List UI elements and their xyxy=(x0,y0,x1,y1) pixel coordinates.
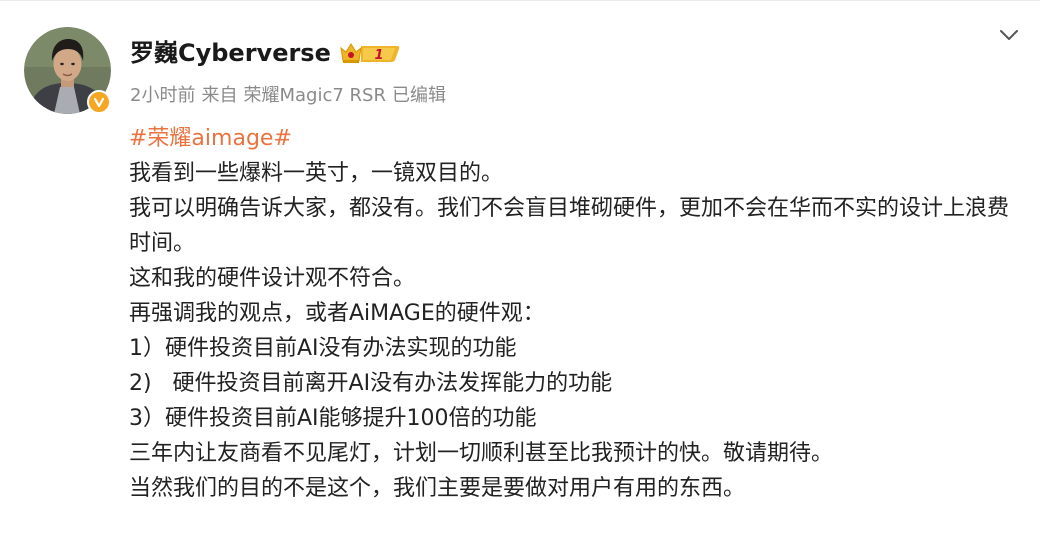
avatar-container[interactable] xyxy=(24,27,111,114)
weibo-post-card: 罗巍Cyberverse 1 2小时前 来自 荣耀Magic7 RSR 已编辑 … xyxy=(0,0,1040,539)
post-line-5: 1）硬件投资目前AI没有办法实现的功能 xyxy=(129,336,517,361)
vip-level-text: 1 xyxy=(374,48,383,63)
post-line-4: 再强调我的观点，或者AiMAGE的硬件观： xyxy=(129,301,545,326)
post-line-3: 这和我的硬件设计观不符合。 xyxy=(129,266,416,291)
post-line-9: 当然我们的目的不是这个，我们主要是要做对用户有用的东西。 xyxy=(129,476,746,501)
crown-vip-icon[interactable]: 1 xyxy=(339,41,401,65)
post-content: #荣耀aimage# 我看到一些爆料一英寸，一镜双目的。 我可以明确告诉大家，都… xyxy=(129,121,1029,506)
verified-v-icon xyxy=(87,90,111,114)
post-line-8: 三年内让友商看不见尾灯，计划一切顺利甚至比我预计的快。敬请期待。 xyxy=(129,441,834,466)
post-line-7: 3）硬件投资目前AI能够提升100倍的功能 xyxy=(129,406,537,431)
source-prefix: 来自 xyxy=(201,85,238,106)
top-divider xyxy=(0,0,1040,1)
post-line-6: 2) 硬件投资目前离开AI没有办法发挥能力的功能 xyxy=(129,371,613,396)
post-meta: 2小时前 来自 荣耀Magic7 RSR 已编辑 xyxy=(130,80,452,108)
post-header: 罗巍Cyberverse 1 xyxy=(130,36,401,70)
source-device[interactable]: 荣耀Magic7 RSR xyxy=(243,81,386,107)
post-line-2: 我可以明确告诉大家，都没有。我们不会盲目堆砌硬件，更加不会在华而不实的设计上浪费… xyxy=(129,196,1010,256)
post-line-1: 我看到一些爆料一英寸，一镜双目的。 xyxy=(129,161,504,186)
chevron-down-icon[interactable] xyxy=(996,24,1022,46)
edited-label[interactable]: 已编辑 xyxy=(392,81,446,107)
username-link[interactable]: 罗巍Cyberverse xyxy=(130,36,331,70)
hashtag-link[interactable]: #荣耀aimage# xyxy=(129,126,292,151)
post-time[interactable]: 2小时前 xyxy=(130,81,195,107)
